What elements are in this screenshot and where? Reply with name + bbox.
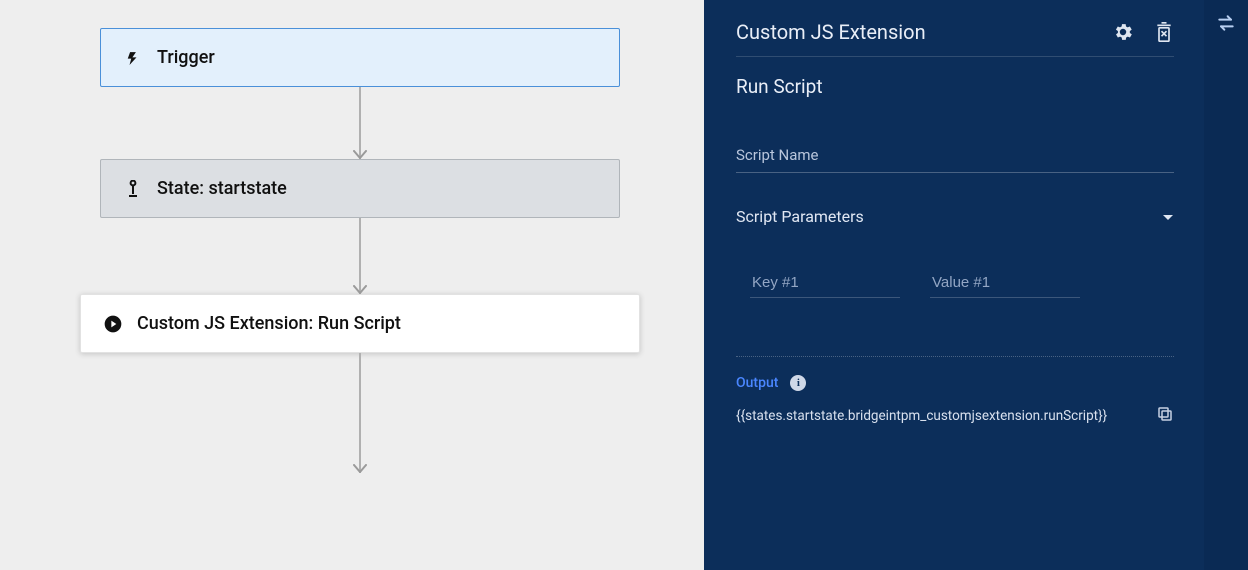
section-divider xyxy=(736,356,1174,357)
right-rail xyxy=(1204,0,1248,570)
bolt-icon xyxy=(123,48,143,68)
arrow-down-icon xyxy=(353,464,367,474)
script-name-input[interactable] xyxy=(736,172,1174,173)
flow-column: Trigger State: startstate Custom xyxy=(80,28,640,473)
swap-icon[interactable] xyxy=(1216,14,1236,36)
flow-connector xyxy=(359,87,361,159)
flow-node-action[interactable]: Custom JS Extension: Run Script xyxy=(80,294,640,353)
state-icon xyxy=(123,179,143,199)
caret-down-icon xyxy=(1162,207,1174,226)
flow-node-trigger[interactable]: Trigger xyxy=(100,28,620,87)
arrow-down-icon xyxy=(353,150,367,160)
arrow-down-icon xyxy=(353,285,367,295)
panel-subtitle: Run Script xyxy=(736,57,1174,106)
properties-panel: Custom JS Extension Run Script Script Na… xyxy=(704,0,1204,570)
play-icon xyxy=(103,314,123,334)
output-label: Output xyxy=(736,375,778,391)
flow-node-label: Trigger xyxy=(157,47,215,68)
parameter-row xyxy=(736,270,1174,298)
parameter-key-input[interactable] xyxy=(750,270,900,298)
output-expression: {{states.startstate.bridgeintpm_customjs… xyxy=(736,408,1146,424)
panel-title: Custom JS Extension xyxy=(736,20,1092,44)
copy-icon[interactable] xyxy=(1156,405,1174,427)
script-parameters-label: Script Parameters xyxy=(736,207,864,226)
flow-node-label: Custom JS Extension: Run Script xyxy=(137,313,401,334)
gear-icon[interactable] xyxy=(1112,21,1134,43)
script-parameters-toggle[interactable]: Script Parameters xyxy=(736,207,1174,226)
flow-connector xyxy=(359,353,361,473)
output-expression-row: {{states.startstate.bridgeintpm_customjs… xyxy=(736,405,1174,427)
flow-node-label: State: startstate xyxy=(157,178,287,199)
info-icon[interactable]: i xyxy=(790,375,806,391)
parameter-value-input[interactable] xyxy=(930,270,1080,298)
flow-connector xyxy=(359,218,361,294)
output-header: Output i xyxy=(736,375,1174,391)
script-name-label: Script Name xyxy=(736,146,1174,164)
flow-canvas[interactable]: Trigger State: startstate Custom xyxy=(0,0,704,570)
delete-icon[interactable] xyxy=(1154,21,1174,43)
flow-node-state[interactable]: State: startstate xyxy=(100,159,620,218)
panel-header: Custom JS Extension xyxy=(736,20,1174,57)
